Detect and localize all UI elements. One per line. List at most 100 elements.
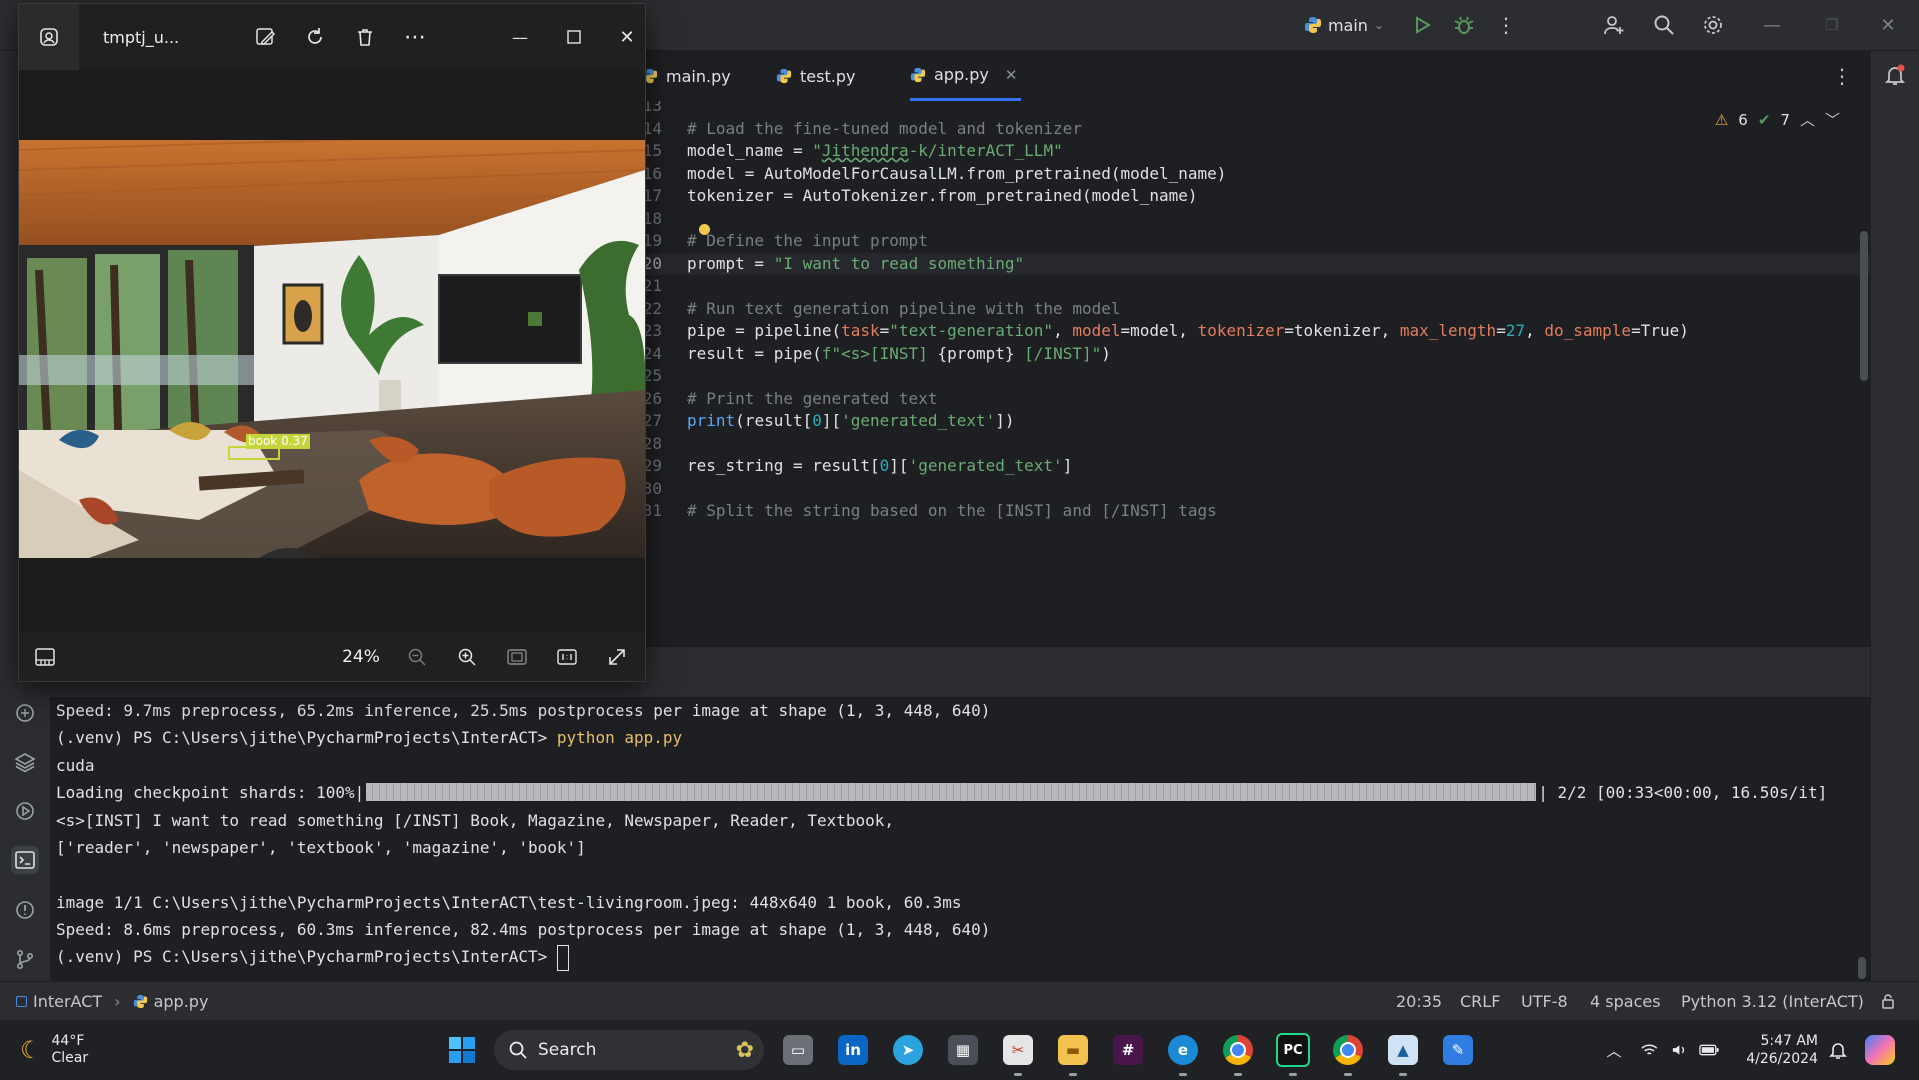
run-button[interactable] (1404, 0, 1440, 50)
paint-app[interactable]: ✎ (1440, 1020, 1476, 1080)
rotate-button[interactable] (295, 4, 335, 70)
code-editor[interactable]: 13 14 # Load the fine-tuned model and toke… (640, 101, 1870, 617)
python-file-icon (776, 68, 792, 84)
chrome-icon (1223, 1035, 1253, 1065)
clock-time: 5:47 AM (1760, 1033, 1818, 1049)
zoom-out-button[interactable] (399, 632, 435, 681)
chevron-up-icon[interactable]: ︿ (1800, 109, 1815, 130)
photos-app-icon (40, 28, 58, 46)
breadcrumb-file[interactable]: app.py (154, 992, 209, 1011)
calculator-app[interactable]: ▦ (945, 1020, 981, 1080)
copilot-icon[interactable] (1862, 1020, 1898, 1080)
slack-app[interactable]: # (1110, 1020, 1146, 1080)
running-indicator (1014, 1073, 1022, 1076)
file-encoding[interactable]: UTF-8 (1521, 982, 1568, 1020)
tab-options-icon[interactable]: ⋮ (1832, 51, 1852, 101)
zoom-level[interactable]: 24% (341, 632, 381, 681)
close-tab-icon[interactable]: ✕ (1005, 66, 1018, 84)
tab-main-py[interactable]: main.py (642, 51, 731, 101)
code-text: # Run text generation pipeline with the … (687, 298, 1121, 318)
chrome-app[interactable] (1220, 1020, 1256, 1080)
progress-suffix: | 2/2 [00:33<00:00, 16.50s/it] (1538, 783, 1828, 802)
tab-test-py[interactable]: test.py (776, 51, 855, 101)
terminal-line: (.venv) PS C:\Users\jithe\PycharmProject… (56, 943, 569, 971)
notifications-icon[interactable] (1883, 63, 1907, 91)
caret-position[interactable]: 20:35 (1396, 982, 1442, 1020)
breadcrumb-project[interactable]: InterACT (33, 992, 102, 1011)
zoom-out-icon (408, 648, 426, 666)
linkedin-app[interactable]: in (835, 1020, 871, 1080)
show-hidden-icons[interactable]: ︿ (1602, 1020, 1626, 1080)
chevron-down-icon[interactable]: ﹀ (1825, 109, 1840, 130)
file-explorer-app[interactable]: ▬ (1055, 1020, 1091, 1080)
task-view-button[interactable]: ▭ (780, 1020, 816, 1080)
more-options-icon[interactable]: ⋯ (395, 4, 435, 70)
pycharm-app[interactable]: PC (1275, 1020, 1311, 1080)
telegram-app[interactable]: ➤ (890, 1020, 926, 1080)
settings-button[interactable] (1695, 0, 1731, 50)
start-button[interactable] (444, 1020, 480, 1080)
indent-setting[interactable]: 4 spaces (1590, 982, 1661, 1020)
maximize-button[interactable] (551, 4, 597, 70)
services-icon[interactable] (11, 797, 39, 825)
actual-size-button[interactable] (549, 632, 585, 681)
tab-app-py[interactable]: app.py ✕ (910, 51, 1022, 101)
volume-icon (1672, 1045, 1684, 1055)
photos-app[interactable]: ▲ (1385, 1020, 1421, 1080)
windows-logo-icon (449, 1037, 475, 1063)
lock-icon[interactable] (1880, 982, 1896, 1020)
close-button[interactable]: ✕ (1868, 0, 1908, 50)
chrome-profile-app[interactable] (1330, 1020, 1366, 1080)
python-interpreter[interactable]: Python 3.12 (InterACT) (1681, 982, 1864, 1020)
clock[interactable]: 5:47 AM 4/26/2024 (1738, 1020, 1818, 1080)
snipping-tool-app[interactable]: ✂ (1000, 1020, 1036, 1080)
terminal-icon[interactable] (11, 846, 39, 874)
wifi-icon (1641, 1044, 1658, 1055)
fit-window-button[interactable] (499, 632, 535, 681)
line-separator[interactable]: CRLF (1460, 982, 1500, 1020)
viewer-toolbar: 24% (19, 632, 645, 681)
git-icon[interactable] (11, 945, 39, 973)
problems-icon[interactable] (11, 896, 39, 924)
close-button[interactable]: ✕ (607, 4, 645, 70)
zoom-in-button[interactable] (449, 632, 485, 681)
running-indicator (1344, 1073, 1352, 1076)
code-line: 16 model = AutoModelForCausalLM.from_pret… (640, 163, 1870, 186)
terminal-output[interactable]: Speed: 9.7ms preprocess, 65.2ms inferenc… (50, 697, 1870, 981)
layers-icon[interactable] (11, 748, 39, 776)
weather-widget[interactable]: ☾ 44°F Clear (20, 1020, 88, 1080)
search-button[interactable] (1646, 0, 1682, 50)
viewer-title: tmptj_u... (103, 27, 180, 47)
editor-scrollbar[interactable] (1860, 231, 1868, 381)
minimize-button[interactable]: — (497, 4, 543, 70)
inspection-widget[interactable]: ⚠ 6 ✔ 7 ︿ ﹀ (1715, 109, 1840, 130)
gallery-button[interactable] (19, 4, 79, 70)
python-console-icon[interactable] (11, 699, 39, 727)
terminal-scrollbar[interactable] (1858, 957, 1866, 979)
add-user-button[interactable] (1596, 0, 1632, 50)
more-actions-icon[interactable]: ⋮ (1488, 0, 1524, 50)
debug-button[interactable] (1446, 0, 1482, 50)
edit-image-button[interactable] (245, 4, 285, 70)
delete-button[interactable] (345, 4, 385, 70)
chevron-down-icon: ⌄ (1373, 18, 1385, 32)
progress-fill (366, 782, 1537, 801)
taskbar-search[interactable]: Search ✿ (494, 1030, 764, 1070)
full-screen-button[interactable] (599, 632, 635, 681)
progress-prefix: Loading checkpoint shards: 100%| (56, 783, 365, 802)
code-line: 24 result = pipe(f"<s>[INST] {prompt} [/I… (640, 343, 1870, 366)
terminal-cursor[interactable] (556, 944, 569, 971)
intention-bulb-icon[interactable] (699, 224, 710, 235)
branch-selector[interactable]: main ⌄ (1298, 0, 1390, 50)
restore-button[interactable]: ❐ (1812, 0, 1852, 50)
edge-app[interactable]: e (1165, 1020, 1201, 1080)
minimize-button[interactable]: — (1752, 0, 1792, 50)
image-viewer-window[interactable]: tmptj_u... ⋯ — ✕ book 0.37 24% (18, 3, 646, 682)
search-label: Search (538, 1040, 597, 1060)
actual-size-icon (557, 648, 577, 665)
terminal-line: cuda (56, 756, 95, 775)
filmstrip-button[interactable] (27, 632, 63, 681)
edge-icon: e (1168, 1035, 1198, 1065)
notification-bell-icon[interactable] (1824, 1020, 1852, 1080)
system-tray[interactable] (1640, 1020, 1720, 1080)
